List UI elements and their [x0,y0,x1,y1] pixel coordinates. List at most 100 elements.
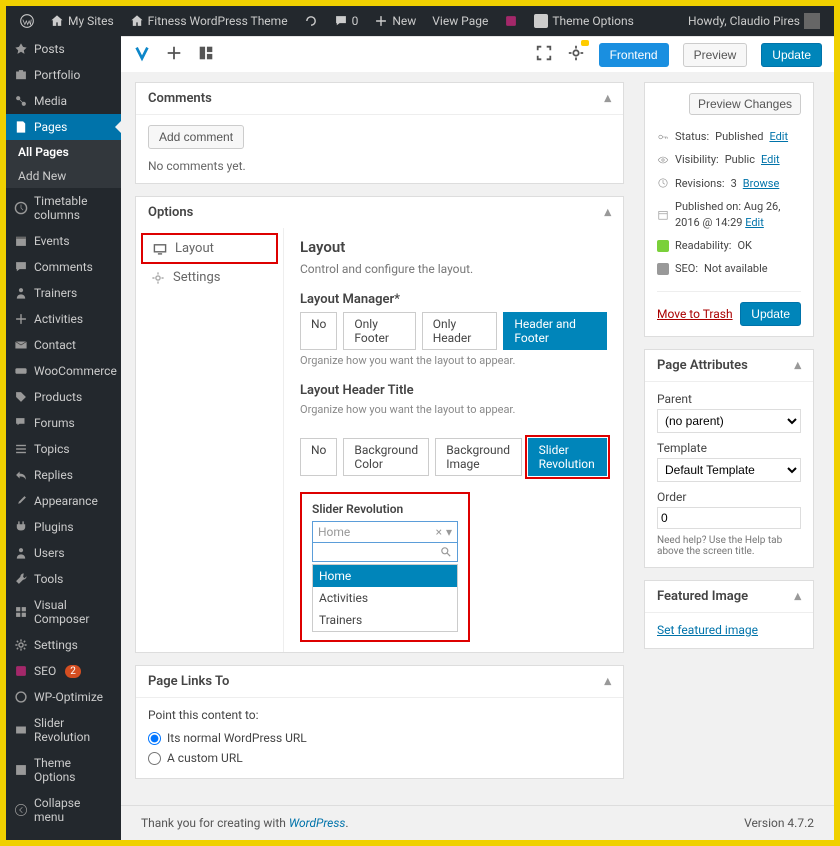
wordpress-link[interactable]: WordPress [289,816,346,830]
slider-rev-select[interactable]: Home×▾ [312,521,458,543]
parent-select[interactable]: (no parent) [657,409,801,433]
sidebar-item-products[interactable]: Products [6,384,121,410]
sidebar-item-appearance[interactable]: Appearance [6,488,121,514]
sidebar-item-events[interactable]: Events [6,228,121,254]
header-title-label: Layout Header Title [300,383,607,398]
edit-visibility-link[interactable]: Edit [761,152,780,167]
sidebar-item-media[interactable]: Media [6,88,121,114]
home-icon [50,14,64,28]
wp-logo-link[interactable] [14,14,40,28]
sidebar-item-posts[interactable]: Posts [6,36,121,62]
sidebar-item-contact[interactable]: Contact [6,332,121,358]
layout-desc: Control and configure the layout. [300,262,607,276]
slider-opt-activities[interactable]: Activities [313,587,457,609]
woo-icon [14,364,28,378]
options-box-header[interactable]: Options▴ [136,197,623,228]
sidebar-item-plugins[interactable]: Plugins [6,514,121,540]
theme-options-link[interactable]: Theme Options [528,14,640,28]
sidebar-item-trainers[interactable]: Trainers [6,280,121,306]
sidebar-item-tools[interactable]: Tools [6,566,121,592]
sidebar-item-wp-optimize[interactable]: WP-Optimize [6,684,121,710]
chevron-up-icon: ▴ [604,674,611,689]
sidebar-collapse[interactable]: Collapse menu [6,790,121,830]
order-label: Order [657,490,801,504]
options-tab-settings[interactable]: Settings [141,264,278,291]
vc-toolbar: Frontend Preview Update [121,36,834,72]
set-featured-image-link[interactable]: Set featured image [657,623,758,637]
page-links-header[interactable]: Page Links To▴ [136,666,623,697]
options-tab-layout[interactable]: Layout [141,233,278,264]
layout-opt-only-footer[interactable]: Only Footer [343,312,415,350]
vc-add-icon[interactable] [165,44,183,66]
howdy-link[interactable]: Howdy, Claudio Pires [682,13,826,29]
yoast-link[interactable] [498,14,524,28]
add-comment-button[interactable]: Add comment [148,125,244,149]
slider-opt-trainers[interactable]: Trainers [313,609,457,631]
sidebar-item-activities[interactable]: Activities [6,306,121,332]
order-input[interactable] [657,507,801,529]
template-select[interactable]: Default Template [657,458,801,482]
site-name-link[interactable]: Fitness WordPress Theme [124,14,294,28]
sidebar-item-portfolio[interactable]: Portfolio [6,62,121,88]
sidebar-item-users[interactable]: Users [6,540,121,566]
page-attributes-header[interactable]: Page Attributes▴ [645,350,813,381]
featured-image-header[interactable]: Featured Image▴ [645,581,813,612]
calendar-icon [657,209,669,221]
layout-opt-no[interactable]: No [300,312,337,350]
comments-link[interactable]: 0 [328,14,365,28]
sidebar-item-comments[interactable]: Comments [6,254,121,280]
browse-revisions-link[interactable]: Browse [743,176,780,191]
slider-rev-search[interactable] [312,542,458,562]
sidebar-item-visual-composer[interactable]: Visual Composer [6,592,121,632]
radio-normal-url[interactable]: Its normal WordPress URL [148,728,611,748]
no-comments-text: No comments yet. [148,159,611,173]
frontend-button[interactable]: Frontend [599,43,669,67]
sidebar-item-topics[interactable]: Topics [6,436,121,462]
topics-icon [14,442,28,456]
sidebar-sub-add-new[interactable]: Add New [6,164,121,188]
eye-icon [657,154,669,166]
key-icon [657,131,669,143]
slider-opt-home[interactable]: Home [313,565,457,587]
preview-changes-button[interactable]: Preview Changes [689,93,801,115]
layout-opt-only-header[interactable]: Only Header [422,312,498,350]
sidebar-item-slider-revolution[interactable]: Slider Revolution [6,710,121,750]
preview-button[interactable]: Preview [683,43,748,67]
update-button-top[interactable]: Update [761,43,822,67]
sidebar-item-timetable[interactable]: Timetable columns [6,188,121,228]
update-button[interactable]: Update [740,302,801,326]
sidebar-sub-all-pages[interactable]: All Pages [6,140,121,164]
vc-gear-icon[interactable] [567,44,585,66]
clear-icon[interactable]: × [436,525,442,539]
edit-status-link[interactable]: Edit [769,129,788,144]
sidebar-item-settings[interactable]: Settings [6,632,121,658]
move-to-trash-link[interactable]: Move to Trash [657,307,733,321]
sidebar-item-pages[interactable]: Pages [6,114,121,140]
header-opt-slider-revolution[interactable]: Slider Revolution [528,438,607,476]
sidebar-item-replies[interactable]: Replies [6,462,121,488]
header-opt-bg-color[interactable]: Background Color [343,438,429,476]
yoast-icon [504,14,518,28]
new-link[interactable]: New [368,14,422,28]
comments-box-header[interactable]: Comments▴ [136,83,623,114]
sidebar-item-woocommerce[interactable]: WooCommerce [6,358,121,384]
radio-custom-url[interactable]: A custom URL [148,748,611,768]
refresh-link[interactable] [298,14,324,28]
vc-template-icon[interactable] [197,44,215,66]
chevron-up-icon: ▴ [604,205,611,220]
sidebar-item-theme-options[interactable]: Theme Options [6,750,121,790]
my-sites-link[interactable]: My Sites [44,14,120,28]
edit-date-link[interactable]: Edit [745,216,764,229]
vc-fullscreen-icon[interactable] [535,44,553,66]
chevron-down-icon: ▾ [446,525,452,539]
seo-indicator-icon [657,263,669,275]
sidebar-item-seo[interactable]: SEO2 [6,658,121,684]
calendar-icon [14,234,28,248]
header-opt-no[interactable]: No [300,438,337,476]
view-page-link[interactable]: View Page [426,14,494,28]
layout-opt-header-footer[interactable]: Header and Footer [503,312,607,350]
revision-icon [657,177,669,189]
header-opt-bg-image[interactable]: Background Image [435,438,521,476]
sidebar-item-forums[interactable]: Forums [6,410,121,436]
slider-revolution-selector: Slider Revolution Home×▾ Home Activities… [300,492,470,642]
